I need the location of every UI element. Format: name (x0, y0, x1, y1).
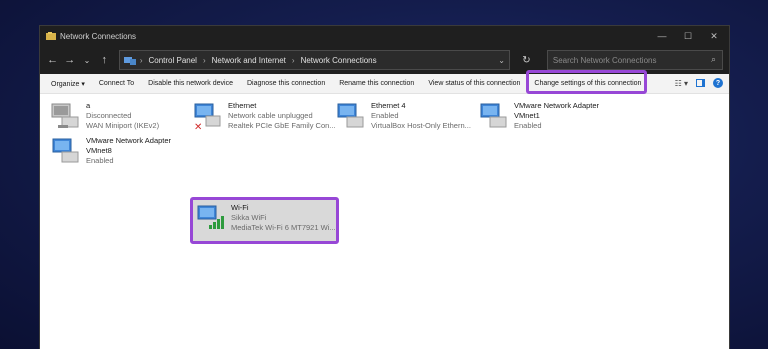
forward-icon[interactable]: → (63, 52, 76, 68)
connection-item-vmnet1[interactable]: VMware Network Adapter VMnet1 Enabled (478, 101, 608, 135)
svg-text:✕: ✕ (194, 122, 202, 131)
address-dropdown-icon[interactable]: ⌄ (498, 56, 505, 65)
help-icon[interactable]: ? (713, 78, 723, 88)
connection-item-ethernet[interactable]: ✕ Ethernet Network cable unplugged Realt… (192, 101, 336, 135)
network-adapter-icon (52, 138, 79, 163)
connection-name: Ethernet (228, 101, 257, 110)
network-folder-icon (46, 32, 56, 40)
minimize-button[interactable]: — (649, 26, 675, 46)
title-bar: Network Connections — ☐ ✕ (40, 26, 729, 46)
breadcrumb-separator: › (202, 55, 206, 65)
connection-status: Network cable unplugged (228, 111, 313, 120)
connection-name: a (86, 101, 91, 110)
search-box[interactable]: ⌕ (546, 50, 723, 70)
network-adapter-icon (480, 103, 507, 128)
connection-device: WAN Miniport (IKEv2) (86, 121, 160, 130)
search-icon[interactable]: ⌕ (711, 54, 716, 65)
ethernet-unplugged-icon: ✕ (194, 103, 221, 131)
connection-name: Ethernet 4 (371, 101, 406, 110)
network-adapter-icon (337, 103, 364, 128)
back-icon[interactable]: ← (46, 52, 59, 68)
network-adapter-icon (51, 103, 79, 128)
connection-item-vmnet8[interactable]: VMware Network Adapter VMnet8 Enabled (50, 136, 182, 170)
connection-device: VirtualBox Host-Only Ethern... (371, 121, 471, 130)
address-path[interactable]: › Control Panel › Network and Internet ›… (118, 50, 510, 70)
control-panel-icon (123, 56, 136, 65)
connection-name: VMware Network Adapter VMnet8 (86, 136, 172, 155)
connections-list: a Disconnected WAN Miniport (IKEv2) ✕ Et… (40, 94, 729, 349)
preview-pane-icon[interactable] (696, 79, 705, 87)
organize-menu[interactable]: Organize ▾ (44, 80, 92, 88)
window-title: Network Connections (60, 31, 137, 41)
connect-to-button[interactable]: Connect To (92, 80, 141, 87)
breadcrumb-separator: › (139, 55, 143, 65)
rename-button[interactable]: Rename this connection (332, 80, 421, 87)
close-button[interactable]: ✕ (701, 26, 727, 46)
search-input[interactable] (552, 55, 713, 65)
connection-item-ethernet-4[interactable]: Ethernet 4 Enabled VirtualBox Host-Only … (335, 101, 475, 135)
change-settings-highlight (526, 70, 647, 94)
connection-device: Realtek PCIe GbE Family Con... (228, 121, 336, 130)
breadcrumb-separator: › (291, 55, 295, 65)
toolbar-right: ☷ ▾ ? (675, 78, 723, 88)
connection-name: VMware Network Adapter VMnet1 (514, 101, 600, 120)
breadcrumb-network-internet[interactable]: Network and Internet (212, 56, 286, 65)
connection-status: Disconnected (86, 111, 132, 120)
refresh-icon[interactable]: ↻ (518, 52, 535, 68)
breadcrumb-network-connections[interactable]: Network Connections (301, 56, 377, 65)
diagnose-button[interactable]: Diagnose this connection (240, 80, 332, 87)
connection-status: Enabled (371, 111, 399, 120)
view-status-button[interactable]: View status of this connection (421, 80, 527, 87)
chevron-down-icon[interactable]: ⌄ (80, 52, 93, 68)
command-bar: Organize ▾ Connect To Disable this netwo… (40, 70, 729, 94)
disable-device-button[interactable]: Disable this network device (141, 80, 240, 87)
connection-item-a[interactable]: a Disconnected WAN Miniport (IKEv2) (50, 101, 190, 135)
up-icon[interactable]: ↑ (98, 52, 111, 68)
view-options-icon[interactable]: ☷ ▾ (675, 79, 688, 88)
connection-status: Enabled (514, 121, 542, 130)
breadcrumb-control-panel[interactable]: Control Panel (148, 56, 196, 65)
maximize-button[interactable]: ☐ (675, 26, 701, 46)
network-connections-window: Network Connections — ☐ ✕ ← → ⌄ ↑ › Cont… (39, 25, 730, 349)
wifi-highlight (190, 197, 339, 244)
connection-status: Enabled (86, 156, 114, 165)
